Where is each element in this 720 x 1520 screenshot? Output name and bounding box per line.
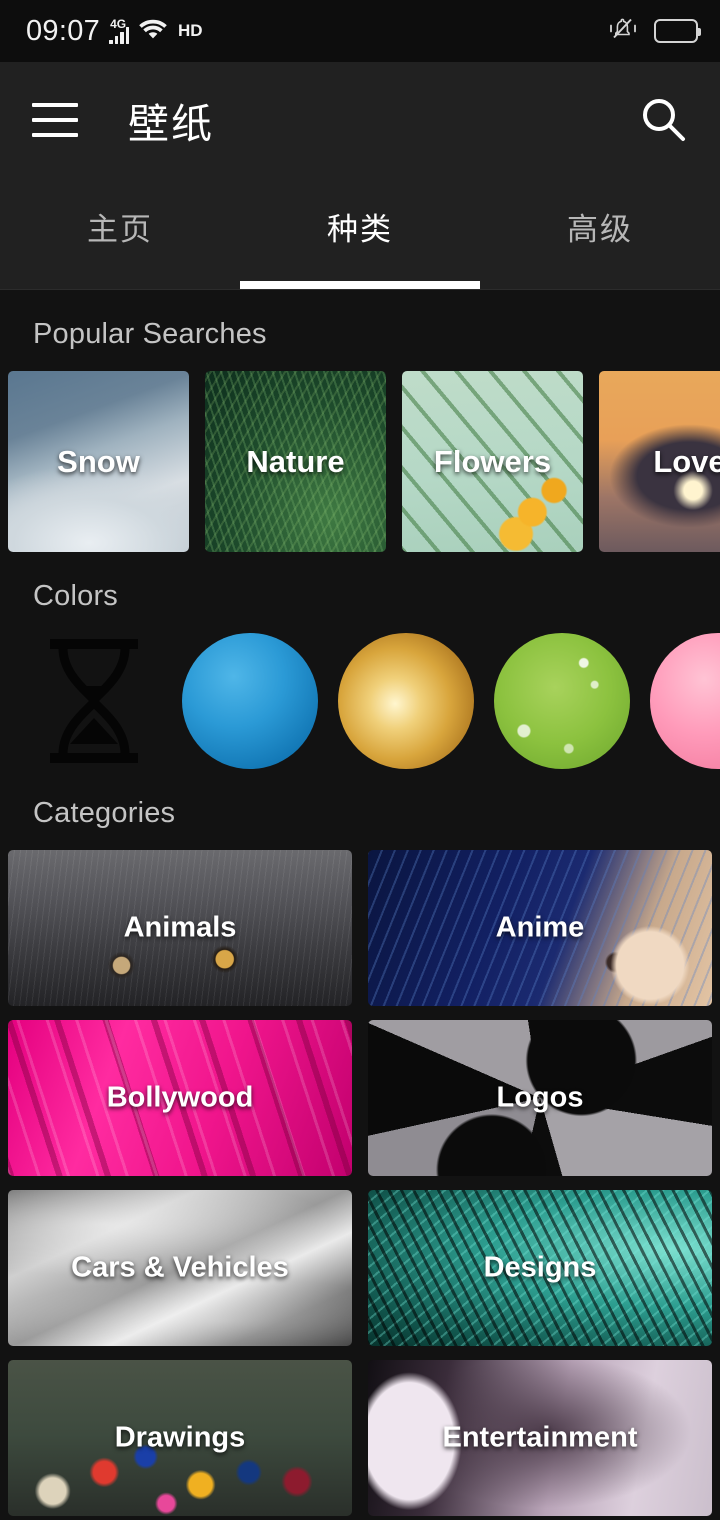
popular-card-snow[interactable]: Snow xyxy=(8,371,189,552)
popular-card-label: Flowers xyxy=(433,443,552,479)
popular-card-label: Love xyxy=(653,443,720,479)
wifi-icon xyxy=(138,17,168,46)
signal-icon: 4G xyxy=(109,17,130,44)
section-title-colors: Colors xyxy=(33,580,118,612)
color-swatch-pink[interactable] xyxy=(650,633,720,769)
status-time: 09:07 xyxy=(26,14,101,47)
search-icon[interactable] xyxy=(638,94,690,146)
tab-categories[interactable]: 种类 xyxy=(240,178,480,289)
section-title-popular-searches: Popular Searches xyxy=(33,318,267,350)
category-card-label: Cars & Vehicles xyxy=(71,1251,289,1284)
popular-searches-rail[interactable]: Snow Nature Flowers Love xyxy=(0,371,720,552)
silent-mode-icon xyxy=(606,14,640,49)
hd-icon: HD xyxy=(177,17,211,46)
popular-card-flowers[interactable]: Flowers xyxy=(402,371,583,552)
category-card-label: Designs xyxy=(483,1251,597,1284)
category-card-logos[interactable]: Logos xyxy=(368,1020,712,1176)
status-bar-right xyxy=(606,14,701,49)
color-swatch-blue[interactable] xyxy=(182,633,318,769)
section-title-categories: Categories xyxy=(33,797,176,829)
status-bar: 09:07 4G HD xyxy=(0,0,720,62)
page-title: 壁纸 xyxy=(128,101,214,147)
popular-card-label: Nature xyxy=(246,443,345,479)
category-card-label: Bollywood xyxy=(106,1081,254,1114)
tab-active-indicator xyxy=(240,281,480,289)
svg-text:HD: HD xyxy=(178,21,203,40)
category-card-label: Logos xyxy=(496,1081,584,1114)
categories-grid: Animals Anime Bollywood Logos Cars & Veh… xyxy=(0,850,720,1520)
category-card-label: Drawings xyxy=(114,1421,246,1454)
tab-advanced[interactable]: 高级 xyxy=(480,178,720,289)
color-swatch-placeholder[interactable] xyxy=(26,633,162,769)
tab-bar: 主页 种类 高级 xyxy=(0,178,720,290)
tab-home[interactable]: 主页 xyxy=(0,178,240,289)
category-card-entertainment[interactable]: Entertainment xyxy=(368,1360,712,1516)
category-card-animals[interactable]: Animals xyxy=(8,850,352,1006)
battery-icon xyxy=(654,19,701,43)
category-card-bollywood[interactable]: Bollywood xyxy=(8,1020,352,1176)
category-card-anime[interactable]: Anime xyxy=(368,850,712,1006)
scroll-content[interactable]: Popular Searches Snow Nature Flowers Lov… xyxy=(0,290,720,1520)
popular-card-nature[interactable]: Nature xyxy=(205,371,386,552)
popular-card-love[interactable]: Love xyxy=(599,371,720,552)
hourglass-icon xyxy=(50,639,138,763)
colors-rail[interactable] xyxy=(0,633,720,769)
category-card-designs[interactable]: Designs xyxy=(368,1190,712,1346)
category-card-drawings[interactable]: Drawings xyxy=(8,1360,352,1516)
category-card-label: Entertainment xyxy=(442,1421,638,1454)
network-type-label: 4G xyxy=(110,17,127,31)
app-bar: 壁纸 xyxy=(0,62,720,178)
category-card-label: Animals xyxy=(123,911,237,944)
popular-card-label: Snow xyxy=(57,443,140,479)
color-swatch-gold[interactable] xyxy=(338,633,474,769)
category-card-cars-vehicles[interactable]: Cars & Vehicles xyxy=(8,1190,352,1346)
hamburger-menu-icon[interactable] xyxy=(32,103,78,137)
status-bar-left: 09:07 4G HD xyxy=(26,14,211,47)
category-card-label: Anime xyxy=(495,911,585,944)
color-swatch-green[interactable] xyxy=(494,633,630,769)
